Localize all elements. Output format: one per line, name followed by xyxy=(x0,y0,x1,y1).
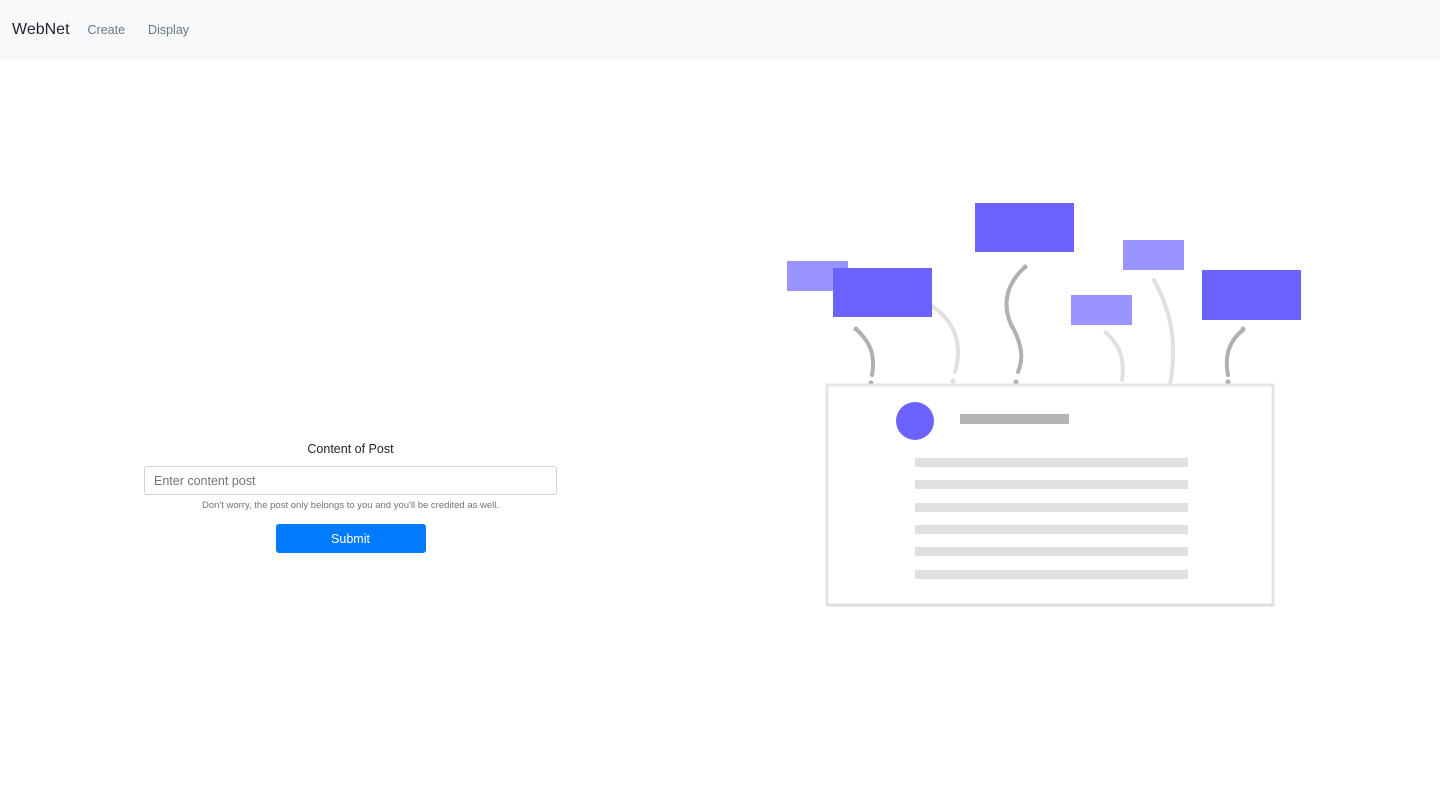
string-dot xyxy=(950,378,956,384)
string-line xyxy=(1224,328,1245,377)
text-line xyxy=(915,525,1188,534)
string-dot xyxy=(853,326,859,332)
string-line xyxy=(1105,332,1125,382)
avatar xyxy=(896,402,934,440)
string-line xyxy=(1004,266,1026,374)
floating-box xyxy=(1123,240,1184,270)
text-line xyxy=(915,547,1188,556)
string-line xyxy=(928,303,960,374)
string-dot xyxy=(1022,264,1028,270)
floating-box xyxy=(1071,295,1132,325)
submit-button[interactable]: Submit xyxy=(275,524,426,553)
text-line xyxy=(915,458,1188,467)
navbar: WebNet Create Display xyxy=(0,0,1440,60)
title-line xyxy=(960,414,1069,424)
string-line xyxy=(1152,278,1176,387)
string-line xyxy=(854,327,875,377)
content-label: Content of Post xyxy=(307,442,394,456)
floating-box xyxy=(1202,270,1301,320)
string-dot xyxy=(1103,330,1109,336)
help-text: Don't worry, the post only belongs to yo… xyxy=(201,500,500,511)
post-form: Content of Post Don't worry, the post on… xyxy=(144,440,557,553)
post-illustration xyxy=(787,203,1301,607)
nav-link-display[interactable]: Display xyxy=(148,23,189,37)
floating-box xyxy=(975,203,1074,252)
text-line xyxy=(915,480,1188,489)
content-input[interactable] xyxy=(144,466,557,495)
string-dot xyxy=(1240,326,1246,332)
brand-link[interactable]: WebNet xyxy=(12,21,70,39)
text-line xyxy=(915,570,1188,579)
floating-box xyxy=(833,268,932,317)
nav-link-create[interactable]: Create xyxy=(88,23,126,37)
text-line xyxy=(915,503,1188,512)
